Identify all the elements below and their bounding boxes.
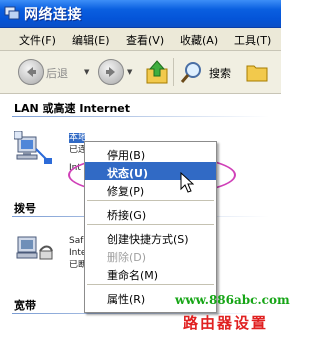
title-bar[interactable]: 网络连接 bbox=[0, 0, 281, 28]
forward-dropdown-icon[interactable]: ▼ bbox=[127, 68, 132, 76]
watermark-text: 路由器设置 bbox=[183, 314, 269, 332]
watermark-url: www.886abc.com bbox=[175, 293, 290, 307]
menu-item-rename[interactable]: 重命名(M) bbox=[85, 264, 216, 282]
menu-bar: 文件(F) 编辑(E) 查看(V) 收藏(A) 工具(T) bbox=[0, 28, 281, 51]
window-title: 网络连接 bbox=[24, 7, 82, 23]
search-icon[interactable] bbox=[180, 60, 204, 84]
menu-item-create-shortcut-label: 创建快捷方式(S) bbox=[107, 233, 189, 246]
menu-item-bridge-label: 桥接(G) bbox=[107, 209, 147, 222]
search-label[interactable]: 搜索 bbox=[209, 65, 231, 81]
menu-item-properties-label: 属性(R) bbox=[107, 293, 146, 306]
menu-item-rename-label: 重命名(M) bbox=[107, 269, 159, 282]
menu-item-delete: 删除(D) bbox=[85, 246, 216, 264]
toolbar: 后退 ▼ ▼ 搜索 bbox=[0, 51, 281, 94]
menu-item-repair-label: 修复(P) bbox=[107, 185, 145, 198]
network-connections-icon bbox=[4, 6, 20, 20]
dialup-connection-device: 已断 bbox=[69, 260, 84, 270]
menu-item-disable[interactable]: 停用(B) bbox=[85, 144, 216, 162]
dialup-connection-status: Inte bbox=[69, 248, 84, 258]
group-dialup-title: 拨号 bbox=[14, 202, 36, 215]
context-menu: 停用(B) 状态(U) 修复(P) 桥接(G) 创建快捷方式(S) 删除(D) … bbox=[84, 141, 217, 313]
dialup-connection-name[interactable]: Saf bbox=[69, 236, 84, 246]
dialup-connection-icon[interactable] bbox=[14, 231, 54, 267]
menu-separator bbox=[87, 284, 214, 285]
menu-file[interactable]: 文件(F) bbox=[19, 32, 56, 48]
menu-item-status-label: 状态(U) bbox=[107, 167, 148, 180]
menu-separator bbox=[87, 224, 214, 225]
lan-connection-icon[interactable] bbox=[14, 131, 54, 167]
menu-item-status[interactable]: 状态(U) bbox=[85, 162, 216, 180]
menu-tools[interactable]: 工具(T) bbox=[234, 32, 271, 48]
menu-item-create-shortcut[interactable]: 创建快捷方式(S) bbox=[85, 228, 216, 246]
lan-connection-name[interactable]: 本地连接 bbox=[69, 133, 85, 143]
mouse-cursor-icon bbox=[180, 172, 194, 193]
lan-connection-status: 已连 bbox=[69, 145, 84, 155]
menu-item-repair[interactable]: 修复(P) bbox=[85, 180, 216, 198]
back-button[interactable] bbox=[18, 59, 44, 85]
back-arrow-icon bbox=[27, 67, 36, 77]
menu-item-bridge[interactable]: 桥接(G) bbox=[85, 204, 216, 222]
up-folder-icon[interactable] bbox=[145, 59, 169, 85]
menu-separator bbox=[87, 200, 214, 201]
group-divider bbox=[12, 116, 269, 117]
group-lan: LAN 或高速 Internet bbox=[0, 100, 281, 117]
group-lan-title: LAN 或高速 Internet bbox=[14, 102, 131, 115]
group-broadband-title: 宽带 bbox=[14, 299, 36, 312]
menu-item-delete-label: 删除(D) bbox=[107, 251, 147, 264]
menu-edit[interactable]: 编辑(E) bbox=[72, 32, 110, 48]
back-label[interactable]: 后退 bbox=[46, 65, 68, 81]
menu-view[interactable]: 查看(V) bbox=[126, 32, 164, 48]
menu-item-disable-label: 停用(B) bbox=[107, 149, 146, 162]
toolbar-separator bbox=[173, 58, 174, 86]
menu-favorites[interactable]: 收藏(A) bbox=[180, 32, 218, 48]
back-dropdown-icon[interactable]: ▼ bbox=[84, 68, 89, 76]
forward-arrow-icon bbox=[106, 67, 115, 77]
folders-icon[interactable] bbox=[246, 62, 268, 82]
forward-button[interactable] bbox=[98, 59, 124, 85]
